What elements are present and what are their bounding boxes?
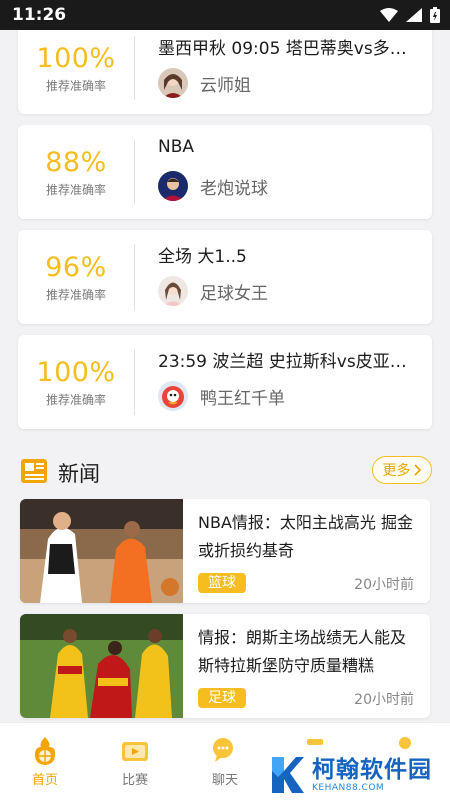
- battery-icon: [430, 7, 440, 23]
- nav-label: 比赛: [121, 773, 148, 788]
- pick-card[interactable]: 100% 推荐准确率 墨西甲秋 09:05 塔巴蒂奥vs多… 云师姐: [18, 30, 432, 114]
- avatar: [158, 68, 188, 98]
- avatar: [158, 171, 188, 201]
- accuracy-rate: 96%: [45, 251, 107, 283]
- nav-label: 首页: [31, 773, 58, 788]
- news-section-title: 新闻: [58, 462, 100, 486]
- wifi-icon: [380, 8, 398, 22]
- divider: [134, 244, 135, 310]
- signal-icon: [406, 8, 422, 22]
- accuracy-label: 推荐准确率: [45, 78, 106, 93]
- news-thumbnail: [20, 499, 183, 603]
- pick-title: 墨西甲秋 09:05 塔巴蒂奥vs多…: [158, 39, 407, 59]
- news-timestamp: 20小时前: [354, 692, 414, 708]
- newspaper-icon: [21, 459, 47, 483]
- news-item[interactable]: NBA情报：太阳主战高光 掘金或折损约基奇 篮球 20小时前: [20, 499, 430, 603]
- watermark-subtitle: KEHAN88.COM: [312, 783, 385, 793]
- author-name: 鸭王红千单: [200, 388, 285, 409]
- home-basketball-icon: [35, 737, 56, 765]
- divider: [134, 36, 135, 100]
- divider: [134, 349, 135, 415]
- pick-title: 23:59 波兰超 史拉斯科vs皮亚…: [158, 352, 407, 372]
- category-tag: 篮球: [198, 573, 246, 593]
- match-icon: [122, 742, 148, 761]
- status-bar: 11:26: [0, 0, 450, 30]
- nav-item-match[interactable]: 比赛: [90, 723, 180, 800]
- pick-author: 云师姐: [158, 68, 251, 98]
- accuracy-label: 推荐准确率: [45, 392, 106, 407]
- pick-title: 全场 大1..5: [158, 247, 247, 267]
- news-headline: 情报：朗斯主场战绩无人能及 斯特拉斯堡防守质量糟糕: [198, 628, 407, 675]
- author-name: 足球女王: [200, 283, 268, 304]
- site-watermark: 柯翰软件园 KEHAN88.COM: [252, 750, 450, 800]
- pick-card[interactable]: 100% 推荐准确率 23:59 波兰超 史拉斯科vs皮亚… 鸭王红千单: [18, 335, 432, 429]
- accuracy-label: 推荐准确率: [45, 182, 106, 197]
- chevron-right-icon: [413, 464, 421, 476]
- news-timestamp: 20小时前: [354, 577, 414, 593]
- pick-card[interactable]: 88% 推荐准确率 NBA 老炮说球: [18, 125, 432, 219]
- pick-author: 老炮说球: [158, 171, 268, 201]
- avatar: [158, 381, 188, 411]
- author-name: 老炮说球: [200, 178, 268, 199]
- avatar: [158, 276, 188, 306]
- divider: [134, 139, 135, 205]
- nav-item-home[interactable]: 首页: [0, 723, 90, 800]
- pick-title: NBA: [158, 137, 195, 157]
- watermark-title: 柯翰软件园: [312, 757, 432, 783]
- accuracy-rate: 100%: [36, 42, 116, 74]
- category-tag: 足球: [198, 688, 246, 708]
- pick-author: 鸭王红千单: [158, 381, 285, 411]
- pick-card[interactable]: 96% 推荐准确率 全场 大1..5 足球女王: [18, 230, 432, 324]
- accuracy-rate: 100%: [36, 356, 116, 388]
- news-item[interactable]: 情报：朗斯主场战绩无人能及 斯特拉斯堡防守质量糟糕 足球 20小时前: [20, 614, 430, 718]
- news-thumbnail: [20, 614, 183, 718]
- main-content: 100% 推荐准确率 墨西甲秋 09:05 塔巴蒂奥vs多… 云师姐 88% 推…: [0, 30, 450, 722]
- kehan-logo-icon: [272, 757, 304, 793]
- author-name: 云师姐: [200, 75, 251, 96]
- news-section-header: 新闻 更多: [20, 452, 432, 492]
- accuracy-rate: 88%: [45, 146, 107, 178]
- chat-icon: [213, 738, 233, 762]
- news-headline: NBA情报：太阳主战高光 掘金或折损约基奇: [198, 513, 413, 560]
- pick-author: 足球女王: [158, 276, 268, 306]
- accuracy-label: 推荐准确率: [45, 287, 106, 302]
- more-button[interactable]: 更多: [372, 456, 432, 484]
- status-time: 11:26: [12, 5, 67, 25]
- more-button-label: 更多: [382, 463, 411, 479]
